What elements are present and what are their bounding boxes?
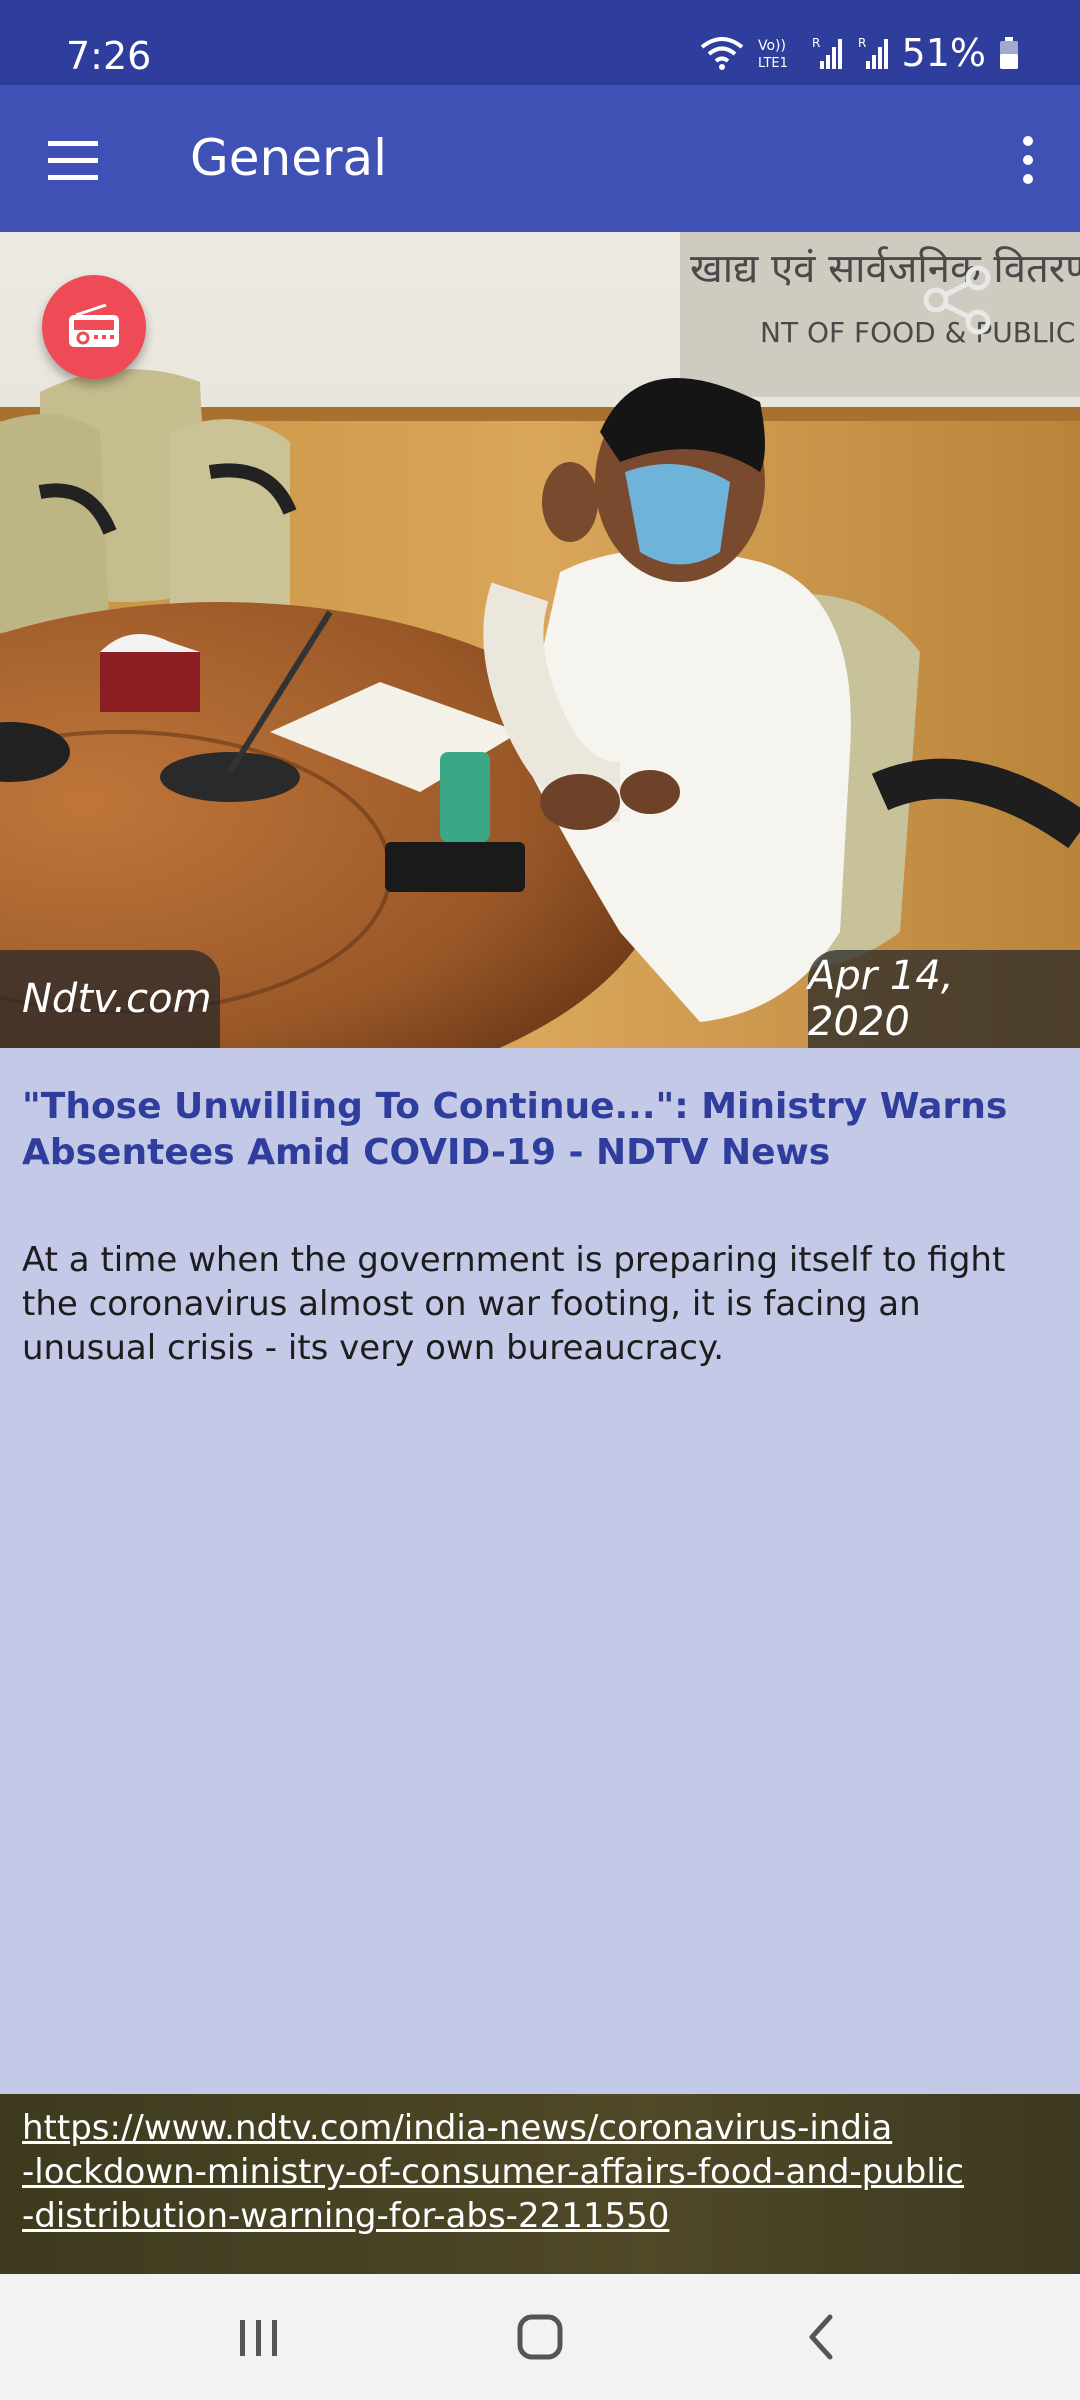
hamburger-menu-icon[interactable] [38, 127, 108, 193]
article-source: Ndtv.com [0, 950, 220, 1048]
home-icon[interactable] [500, 2300, 580, 2374]
volte-icon: Vo)) LTE1 [758, 38, 788, 71]
recent-apps-icon[interactable] [218, 2300, 298, 2374]
more-vert-icon[interactable] [998, 127, 1058, 193]
signal-icon: R [858, 36, 888, 69]
sign-text-hindi: खाद्य एवं सार्वजनिक वितरण विभाग [690, 246, 1080, 292]
article-summary: At a time when the government is prepari… [22, 1240, 1006, 1368]
signal-icon: R [812, 36, 842, 69]
article-link-line-3[interactable]: -distribution-warning-for-abs-2211550 [22, 2194, 1060, 2238]
battery-percent: 51% [901, 31, 986, 75]
article-image[interactable]: खाद्य एवं सार्वजनिक वितरण विभाग NT OF FO… [0, 232, 1080, 1048]
article-headline[interactable]: "Those Unwilling To Continue...": Minist… [22, 1084, 1062, 1176]
svg-text:R: R [812, 36, 820, 50]
radio-button[interactable] [42, 275, 146, 379]
radio-icon [69, 303, 119, 347]
svg-text:Vo)): Vo)) [758, 38, 786, 54]
article-source-label: Ndtv.com [22, 976, 212, 1022]
battery-icon [1000, 37, 1018, 69]
wifi-icon [700, 37, 743, 70]
share-icon [923, 265, 991, 335]
article-link-line-2[interactable]: -lockdown-ministry-of-consumer-affairs-f… [22, 2150, 1060, 2194]
app-bar: General [0, 85, 1080, 232]
article-date-label: Apr 14, 2020 [808, 953, 954, 1045]
svg-text:R: R [858, 36, 866, 50]
system-nav-bar [0, 2274, 1080, 2400]
status-icons: Vo)) LTE1 R R 51% [700, 28, 1020, 78]
status-bar: 7:26 Vo)) LTE1 R R 51% [0, 0, 1080, 85]
article-date: Apr 14, 2020 [808, 950, 1080, 1048]
article-photo: खाद्य एवं सार्वजनिक वितरण विभाग NT OF FO… [0, 232, 1080, 1048]
article-url-bar: https://www.ndtv.com/india-news/coronavi… [0, 2094, 1080, 2274]
svg-text:LTE1: LTE1 [758, 56, 788, 71]
status-time: 7:26 [66, 34, 152, 78]
back-icon[interactable] [780, 2300, 860, 2374]
share-button[interactable] [920, 262, 996, 338]
page-title: General [190, 129, 388, 187]
article-link-line-1[interactable]: https://www.ndtv.com/india-news/coronavi… [22, 2106, 1060, 2150]
